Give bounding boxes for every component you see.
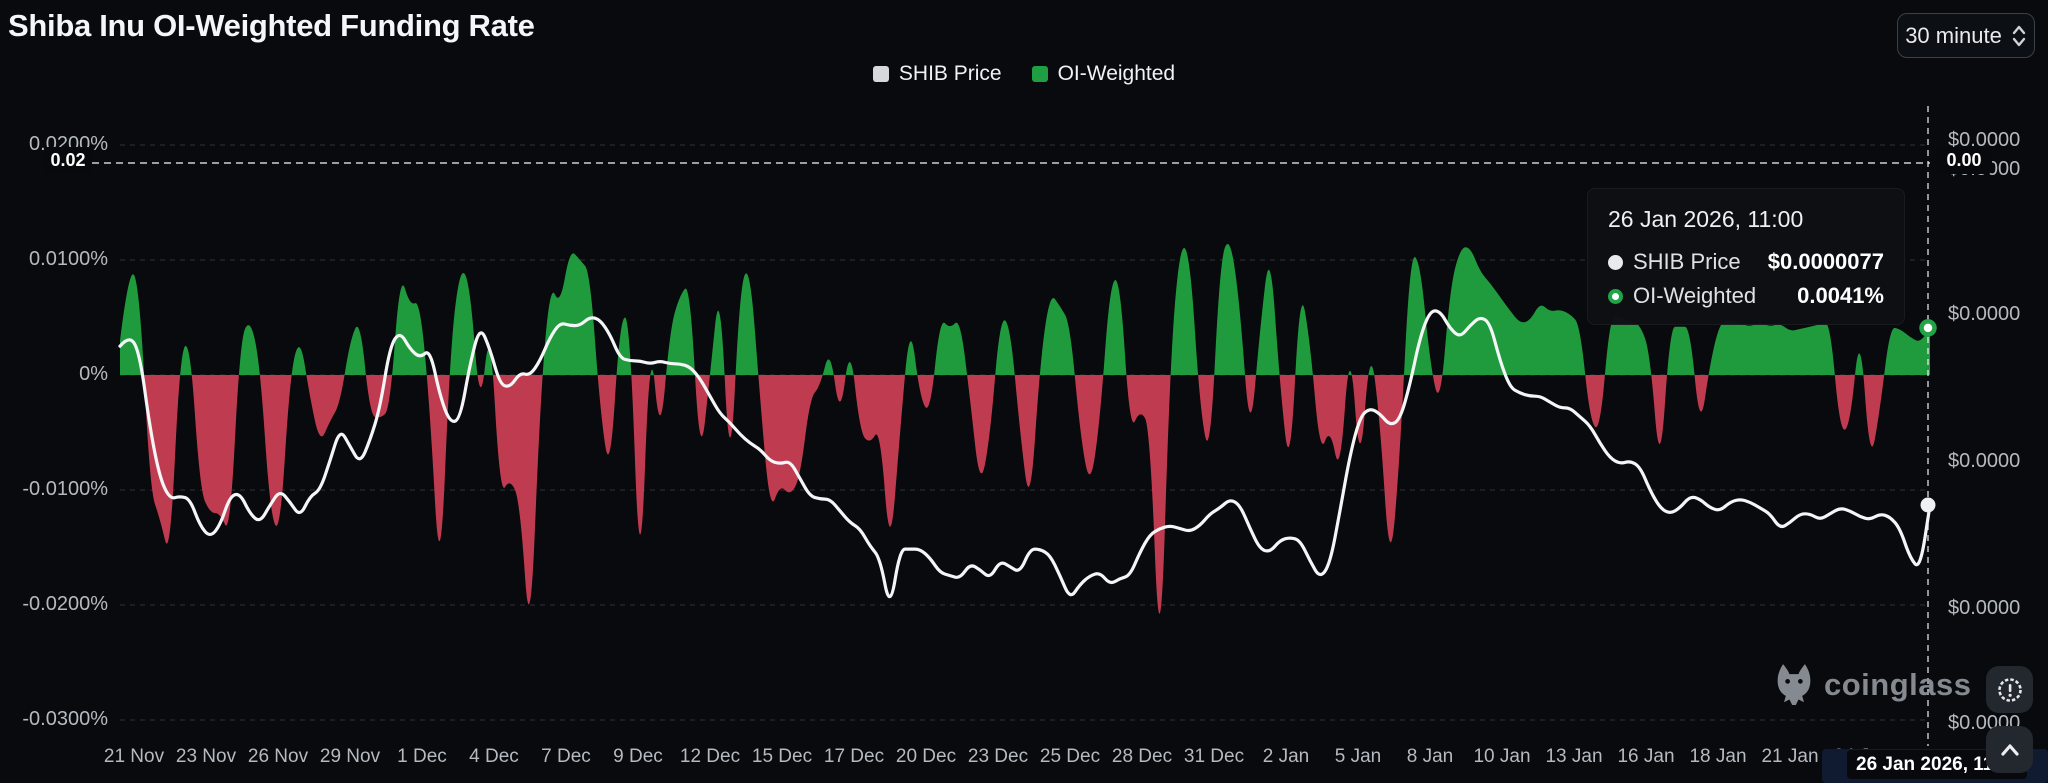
watermark-text: coinglass	[1824, 667, 1972, 703]
chevron-up-icon	[1996, 736, 2024, 764]
oi-weighted-swatch-icon	[1032, 66, 1048, 82]
y-axis-right-label: $0.0000	[1948, 450, 2020, 473]
y-axis-right-label: $0.0000	[1948, 303, 2020, 326]
y-axis-left-label: -0.0200%	[0, 593, 108, 616]
coinglass-watermark: coinglass	[1774, 662, 1972, 708]
tooltip-series-value: 0.0041%	[1797, 283, 1884, 309]
coinglass-logo-icon	[1774, 662, 1814, 708]
legend-item-oi-weighted[interactable]: OI-Weighted	[1032, 62, 1176, 86]
chart-canvas[interactable]	[0, 0, 2048, 783]
tooltip-timestamp: 26 Jan 2026, 11:00	[1608, 206, 1884, 233]
scroll-to-top-button[interactable]	[1986, 726, 2033, 773]
oi-weighted-dot-icon	[1608, 289, 1623, 304]
coinglass-funding-page: { "page": { "title": "Shiba Inu OI-Weigh…	[0, 0, 2048, 783]
tooltip-row-shib: SHIB Price $0.0000077	[1608, 249, 1884, 275]
y-axis-left-label: 0.0100%	[0, 248, 108, 271]
oi-current-marker-icon	[1922, 321, 1935, 334]
tooltip-series-label: OI-Weighted	[1633, 283, 1756, 309]
chart-tooltip: 26 Jan 2026, 11:00 SHIB Price $0.0000077…	[1587, 188, 1905, 325]
y-axis-left-label: -0.0300%	[0, 708, 108, 731]
y-axis-right-label: $0.0000	[1948, 597, 2020, 620]
crosshair-y-value-box: 0.02	[44, 147, 92, 174]
y-axis-left-label: 0%	[0, 363, 108, 386]
legend-label: OI-Weighted	[1058, 62, 1176, 86]
y-axis-left-label: -0.0100%	[0, 478, 108, 501]
chart-legend: SHIB Price OI-Weighted	[0, 62, 2048, 86]
interval-select[interactable]: 30 minute	[1897, 13, 2035, 58]
tooltip-row-oi: OI-Weighted 0.0041%	[1608, 283, 1884, 309]
alert-badge-icon	[1996, 676, 2024, 704]
shib-price-dot-icon	[1608, 255, 1623, 270]
risk-badge-button[interactable]	[1986, 666, 2033, 713]
shib-price-swatch-icon	[873, 66, 889, 82]
price-current-marker-icon	[1921, 498, 1936, 513]
tooltip-series-value: $0.0000077	[1768, 249, 1884, 275]
interval-select-value: 30 minute	[1905, 23, 2002, 49]
legend-label: SHIB Price	[899, 62, 1002, 86]
legend-item-shib-price[interactable]: SHIB Price	[873, 62, 1002, 86]
updown-chevron-icon	[2011, 24, 2027, 48]
crosshair-price-value-box: 0.00	[1936, 147, 1992, 174]
page-title: Shiba Inu OI-Weighted Funding Rate	[8, 8, 535, 44]
tooltip-series-label: SHIB Price	[1633, 249, 1741, 275]
